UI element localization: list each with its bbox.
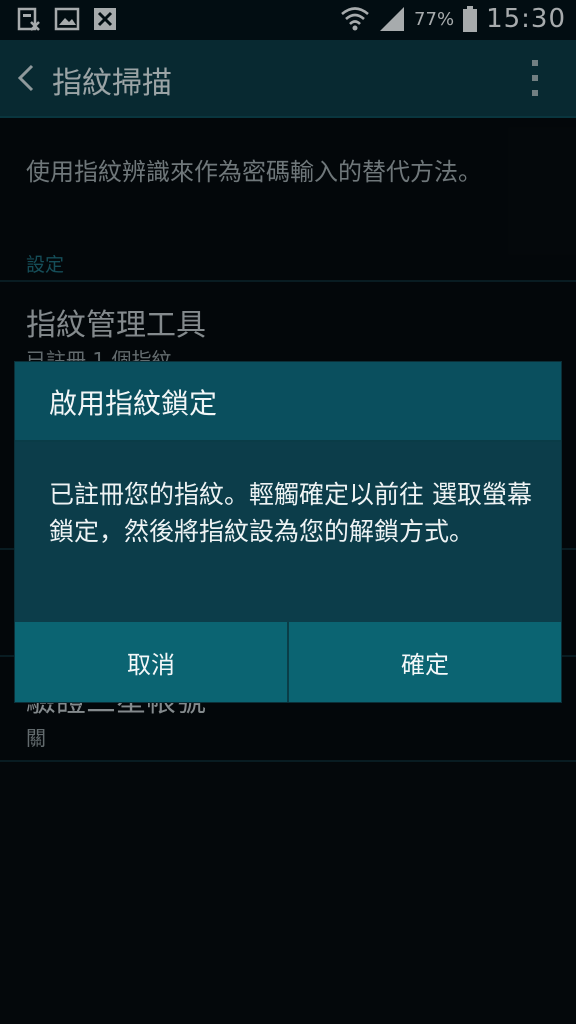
enable-fingerprint-lock-dialog: 啟用指紋鎖定 已註冊您的指紋。輕觸確定以前往 選取螢幕鎖定，然後將指紋設為您的解… — [15, 362, 561, 702]
cancel-button[interactable]: 取消 — [15, 622, 287, 702]
dialog-button-bar: 取消 確定 — [15, 622, 561, 702]
ok-button[interactable]: 確定 — [289, 622, 561, 702]
dialog-message: 已註冊您的指紋。輕觸確定以前往 選取螢幕鎖定，然後將指紋設為您的解鎖方式。 — [49, 480, 532, 546]
dialog-title: 啟用指紋鎖定 — [49, 387, 218, 420]
dialog-title-bar: 啟用指紋鎖定 — [15, 362, 561, 442]
